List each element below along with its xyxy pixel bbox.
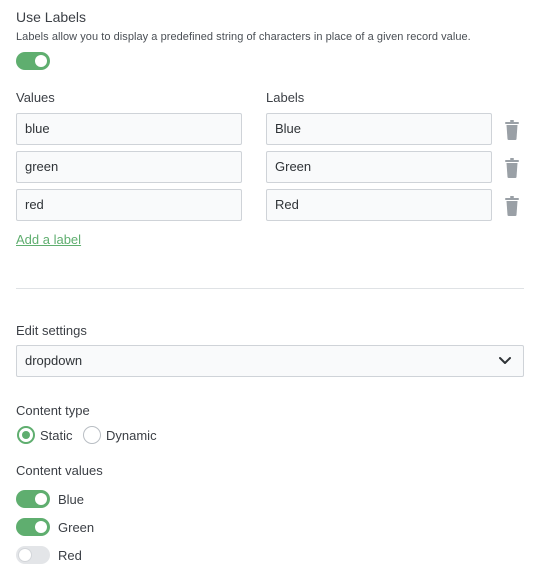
label-input-green[interactable]: Green bbox=[266, 151, 492, 183]
edit-settings-label: Edit settings bbox=[16, 323, 87, 338]
radio-dot bbox=[22, 431, 30, 439]
content-value-label-blue: Blue bbox=[58, 492, 85, 507]
label-input-red[interactable]: Red bbox=[266, 189, 492, 221]
use-labels-description: Labels allow you to display a predefined… bbox=[16, 31, 471, 43]
labels-header: Labels bbox=[266, 90, 305, 105]
value-input-green[interactable]: green bbox=[16, 151, 242, 183]
trash-icon[interactable] bbox=[504, 120, 520, 140]
section-divider bbox=[16, 288, 524, 289]
content-value-label-red: Red bbox=[58, 548, 82, 563]
content-value-toggle-red[interactable] bbox=[16, 546, 50, 564]
trash-icon[interactable] bbox=[504, 158, 520, 178]
label-input-blue[interactable]: Blue bbox=[266, 113, 492, 145]
content-value-toggle-blue[interactable] bbox=[16, 490, 50, 508]
add-label-link[interactable]: Add a label bbox=[16, 232, 81, 247]
toggle-knob bbox=[35, 55, 47, 67]
edit-settings-select[interactable]: dropdown bbox=[16, 345, 524, 377]
toggle-knob bbox=[35, 493, 47, 505]
radio-dynamic[interactable] bbox=[83, 426, 101, 444]
values-header: Values bbox=[16, 90, 55, 105]
trash-icon[interactable] bbox=[504, 196, 520, 216]
chevron-down-icon bbox=[499, 357, 511, 364]
use-labels-title: Use Labels bbox=[16, 9, 87, 25]
radio-static-label[interactable]: Static bbox=[40, 428, 73, 443]
value-input-red[interactable]: red bbox=[16, 189, 242, 221]
content-values-label: Content values bbox=[16, 463, 103, 478]
toggle-knob bbox=[19, 549, 31, 561]
content-value-toggle-green[interactable] bbox=[16, 518, 50, 536]
radio-dynamic-label[interactable]: Dynamic bbox=[106, 428, 157, 443]
value-input-blue[interactable]: blue bbox=[16, 113, 242, 145]
edit-settings-value: dropdown bbox=[25, 353, 83, 368]
content-type-label: Content type bbox=[16, 403, 90, 418]
content-value-label-green: Green bbox=[58, 520, 95, 535]
use-labels-toggle[interactable] bbox=[16, 52, 50, 70]
radio-static[interactable] bbox=[17, 426, 35, 444]
toggle-knob bbox=[35, 521, 47, 533]
